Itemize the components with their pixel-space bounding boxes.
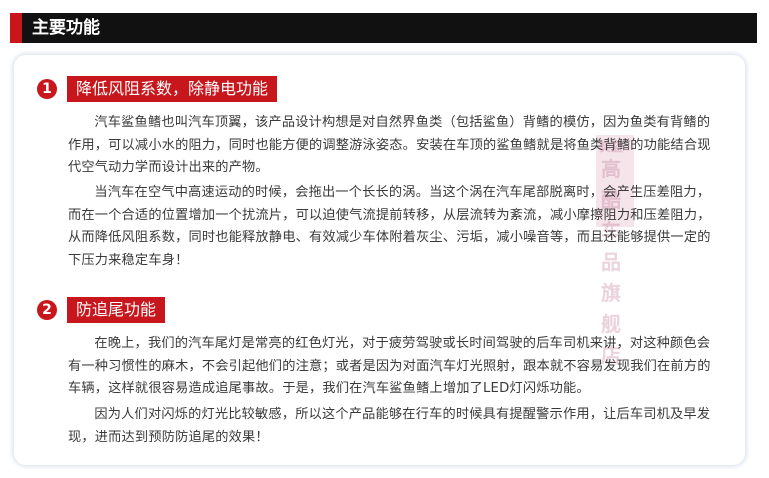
section-1-paragraph-1: 汽车鲨鱼鳍也叫汽车顶翼，该产品设计构想是对自然界鱼类（包括鲨鱼）背鳍的模仿，因为… <box>68 115 711 175</box>
section-2-title: 防追尾功能 <box>67 297 166 323</box>
section-1-paragraph-2: 当汽车在空气中高速运动的时候，会拖出一个长长的涡。当这个涡在汽车尾部脱离时，会产… <box>68 185 711 268</box>
section-1-number-badge: 1 <box>37 79 57 99</box>
section-2-paragraph-2: 因为人们对闪烁的灯光比较敏感，所以这个产品能够在行车的时候具有提醒警示作用，让后… <box>68 407 711 445</box>
section-1-title: 降低风阻系数，除静电功能 <box>67 76 278 102</box>
header-accent-block <box>10 13 22 43</box>
section-2-paragraph-1: 在晚上，我们的汽车尾灯是常亮的红色灯光，对于疲劳驾驶或长时间驾驶的后车司机来讲，… <box>68 336 711 396</box>
section-2-number-badge: 2 <box>37 300 57 320</box>
page-title: 主要功能 <box>32 18 100 38</box>
section-header-bar: 主要功能 <box>10 13 757 43</box>
